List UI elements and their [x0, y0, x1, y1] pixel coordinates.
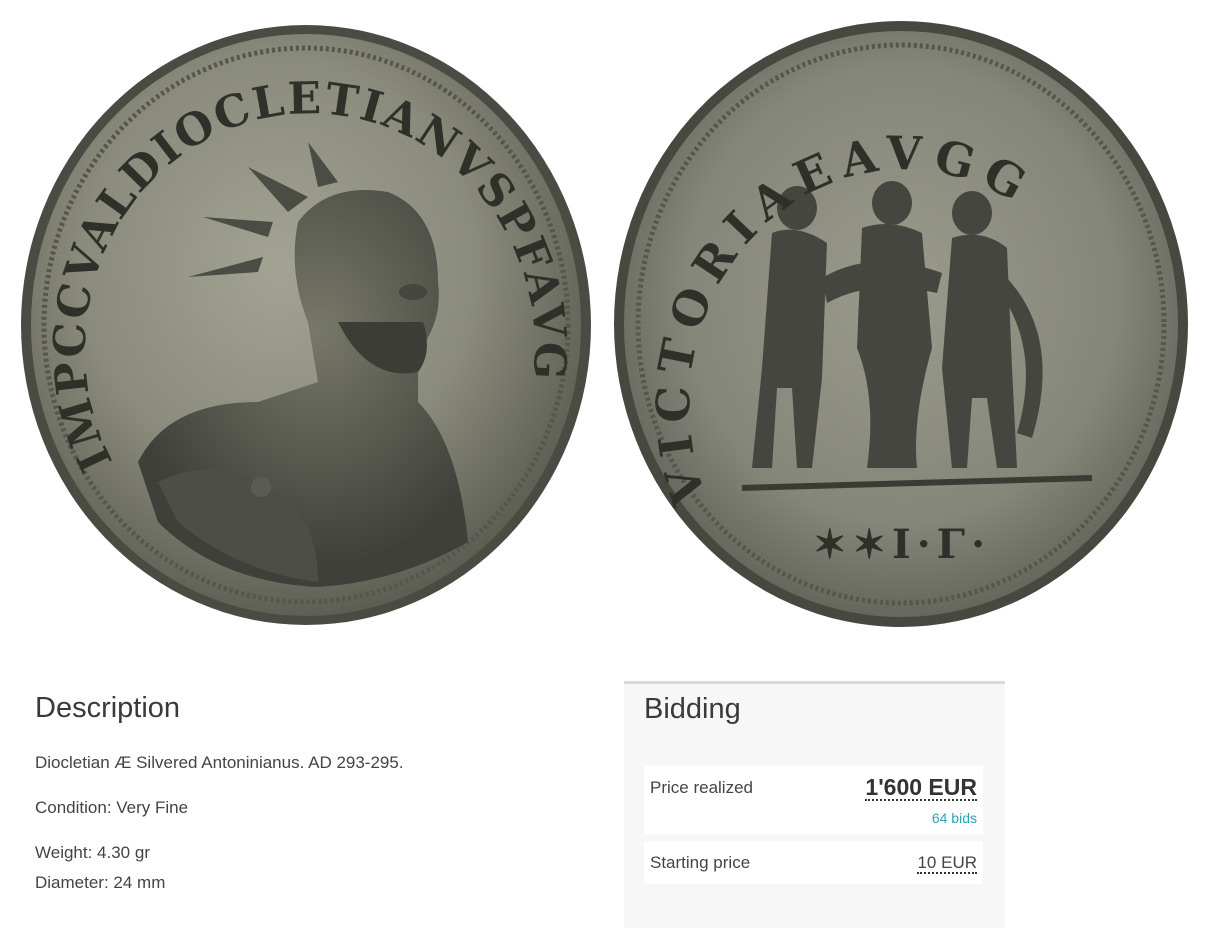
starting-price-label: Starting price	[650, 853, 751, 872]
coin-reverse-image[interactable]: VICTORIAEAVGG ✶✶I·Γ·	[612, 18, 1190, 630]
starting-price-card: Starting price 10 EUR	[644, 841, 983, 884]
coin-images: IMPCCVALDIOCLETIANVSPFAVG VICTORIAEAVGG …	[0, 0, 1216, 650]
coin-obverse-image[interactable]: IMPCCVALDIOCLETIANVSPFAVG	[18, 22, 594, 628]
price-realized-label: Price realized	[650, 778, 753, 797]
price-realized-value[interactable]: 1'600 EUR	[865, 775, 977, 801]
bidding-panel: Bidding Price realized 1'600 EUR 64 bids…	[624, 681, 1005, 928]
diameter-text: Diameter: 24 mm	[35, 873, 166, 892]
description-section: Description Diocletian Æ Silvered Antoni…	[35, 688, 595, 894]
bids-count-link[interactable]: 64 bids	[932, 810, 977, 826]
description-heading: Description	[35, 692, 181, 724]
reverse-exergue: ✶✶I·Γ·	[813, 521, 991, 568]
lot-title: Diocletian Æ Silvered Antoninianus. AD 2…	[35, 753, 404, 772]
weight-text: Weight: 4.30 gr	[35, 843, 150, 862]
price-realized-card: Price realized 1'600 EUR 64 bids	[644, 766, 983, 834]
bidding-heading: Bidding	[644, 693, 741, 725]
starting-price-value[interactable]: 10 EUR	[917, 853, 977, 874]
condition-text: Condition: Very Fine	[35, 798, 189, 817]
